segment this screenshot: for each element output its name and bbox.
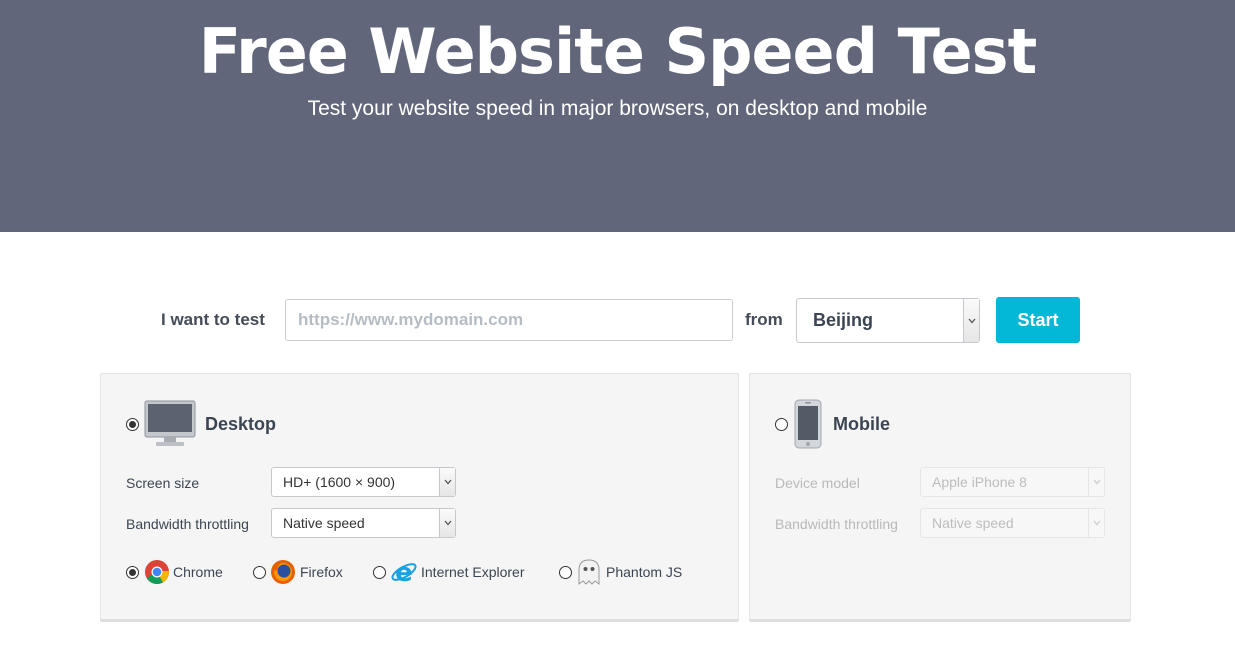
location-value: Beijing bbox=[813, 310, 874, 330]
internet-explorer-icon: e bbox=[390, 558, 418, 590]
chevron-down-icon bbox=[963, 299, 979, 342]
device-model-label: Device model bbox=[775, 475, 860, 491]
desktop-title: Desktop bbox=[205, 414, 277, 434]
start-button[interactable]: Start bbox=[996, 297, 1080, 343]
bandwidth-select[interactable]: Native speed bbox=[271, 508, 456, 538]
device-model-select[interactable]: Apple iPhone 8 bbox=[920, 467, 1105, 497]
phantomjs-label: Phantom JS bbox=[606, 564, 683, 580]
page-title: Free Website Speed Test bbox=[198, 15, 1037, 88]
mobile-bandwidth-value: Native speed bbox=[932, 515, 1014, 531]
chevron-down-icon bbox=[439, 468, 455, 496]
mobile-title: Mobile bbox=[833, 414, 890, 434]
desktop-panel: Desktop Screen size HD+ (1600 × 900) Ban… bbox=[100, 373, 739, 622]
mobile-panel: Mobile Device model Apple iPhone 8 Bandw… bbox=[749, 373, 1131, 622]
bandwidth-value: Native speed bbox=[283, 515, 365, 531]
phone-icon bbox=[794, 399, 822, 454]
url-input[interactable] bbox=[285, 299, 733, 341]
chrome-label: Chrome bbox=[173, 564, 223, 580]
chrome-radio[interactable] bbox=[126, 566, 139, 579]
screen-size-label: Screen size bbox=[126, 475, 200, 491]
location-select[interactable]: Beijing bbox=[796, 298, 980, 343]
firefox-label: Firefox bbox=[300, 564, 343, 580]
screen-size-select[interactable]: HD+ (1600 × 900) bbox=[271, 467, 456, 497]
phantomjs-icon bbox=[576, 558, 602, 591]
want-to-test-label: I want to test bbox=[161, 310, 265, 329]
desktop-radio[interactable] bbox=[126, 418, 139, 431]
mobile-bandwidth-select[interactable]: Native speed bbox=[920, 508, 1105, 538]
internet-explorer-label: Internet Explorer bbox=[421, 564, 525, 580]
page-subtitle: Test your website speed in major browser… bbox=[307, 97, 928, 120]
chevron-down-icon bbox=[1088, 509, 1104, 537]
hero-banner: Free Website Speed Test Test your websit… bbox=[0, 0, 1235, 232]
screen-size-value: HD+ (1600 × 900) bbox=[283, 474, 396, 490]
bandwidth-label: Bandwidth throttling bbox=[126, 516, 249, 532]
firefox-icon bbox=[270, 559, 296, 590]
chrome-icon bbox=[144, 559, 170, 590]
svg-text:e: e bbox=[395, 559, 413, 585]
phantomjs-radio[interactable] bbox=[559, 566, 572, 579]
firefox-radio[interactable] bbox=[253, 566, 266, 579]
device-model-value: Apple iPhone 8 bbox=[932, 474, 1027, 490]
chevron-down-icon bbox=[439, 509, 455, 537]
mobile-bandwidth-label: Bandwidth throttling bbox=[775, 516, 898, 532]
desktop-monitor-icon bbox=[144, 400, 196, 453]
mobile-radio[interactable] bbox=[775, 418, 788, 431]
from-label: from bbox=[745, 310, 783, 329]
internet-explorer-radio[interactable] bbox=[373, 566, 386, 579]
test-form: I want to test from Beijing Start bbox=[0, 297, 1235, 343]
chevron-down-icon bbox=[1088, 468, 1104, 496]
